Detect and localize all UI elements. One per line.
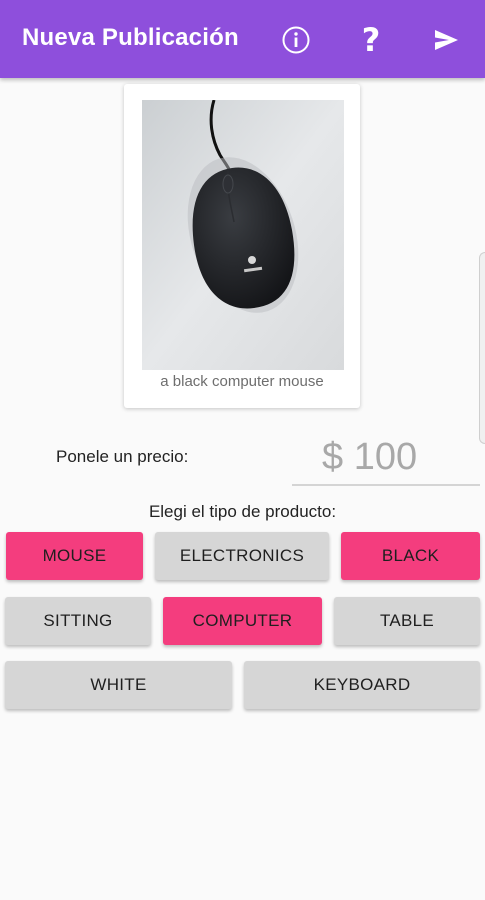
tag-black[interactable]: BLACK	[341, 532, 480, 580]
photo-caption: a black computer mouse	[160, 373, 324, 390]
tag-computer[interactable]: COMPUTER	[163, 597, 322, 645]
tag-electronics[interactable]: ELECTRONICS	[155, 532, 329, 580]
tag-table[interactable]: TABLE	[334, 597, 480, 645]
help-button[interactable]: ?	[351, 20, 391, 60]
info-button[interactable]	[276, 20, 316, 60]
product-photo	[142, 100, 344, 370]
send-icon	[435, 30, 458, 50]
side-drawer-handle[interactable]	[479, 252, 485, 444]
photo-card[interactable]: a black computer mouse	[124, 84, 360, 408]
app-bar: Nueva Publicación ?	[0, 0, 485, 78]
tag-keyboard[interactable]: KEYBOARD	[244, 661, 480, 709]
mouse-photo-image	[142, 100, 344, 370]
send-button[interactable]	[426, 20, 466, 60]
question-mark-icon: ?	[361, 21, 381, 59]
price-input[interactable]: $ 100	[292, 430, 480, 486]
product-type-label: Elegi el tipo de producto:	[148, 502, 337, 521]
price-label: Ponele un precio:	[56, 447, 189, 466]
page-title: Nueva Publicación	[22, 24, 239, 51]
tag-sitting[interactable]: SITTING	[5, 597, 151, 645]
tag-mouse[interactable]: MOUSE	[6, 532, 143, 580]
tag-white[interactable]: WHITE	[5, 661, 232, 709]
info-icon	[282, 26, 310, 54]
